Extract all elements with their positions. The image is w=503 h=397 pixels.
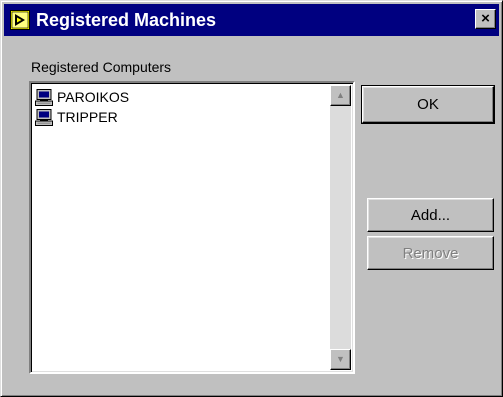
list-item[interactable]: PAROIKOS — [35, 87, 129, 107]
list-item[interactable]: TRIPPER — [35, 107, 129, 127]
scroll-up-button[interactable]: ▲ — [330, 85, 351, 106]
registered-computers-list[interactable]: PAROIKOS TRIPPER ▲ ▼ — [29, 81, 355, 374]
vertical-scrollbar[interactable]: ▲ ▼ — [330, 85, 351, 370]
registered-machines-dialog: Registered Machines × Registered Compute… — [0, 0, 503, 397]
app-icon — [10, 10, 30, 30]
arrow-up-icon: ▲ — [336, 90, 345, 100]
list-item-label: TRIPPER — [57, 109, 118, 125]
add-button[interactable]: Add... — [367, 198, 494, 232]
close-button[interactable]: × — [475, 9, 496, 29]
ok-button[interactable]: OK — [361, 85, 495, 124]
title-bar[interactable]: Registered Machines × — [4, 4, 499, 36]
scroll-down-button[interactable]: ▼ — [330, 349, 351, 370]
computer-icon — [35, 108, 53, 126]
computer-icon — [35, 88, 53, 106]
remove-button[interactable]: Remove — [367, 236, 494, 270]
window-title: Registered Machines — [36, 10, 217, 30]
list-items: PAROIKOS TRIPPER — [35, 87, 129, 127]
list-item-label: PAROIKOS — [57, 89, 130, 105]
registered-computers-label: Registered Computers — [31, 59, 172, 75]
arrow-down-icon: ▼ — [336, 354, 345, 364]
